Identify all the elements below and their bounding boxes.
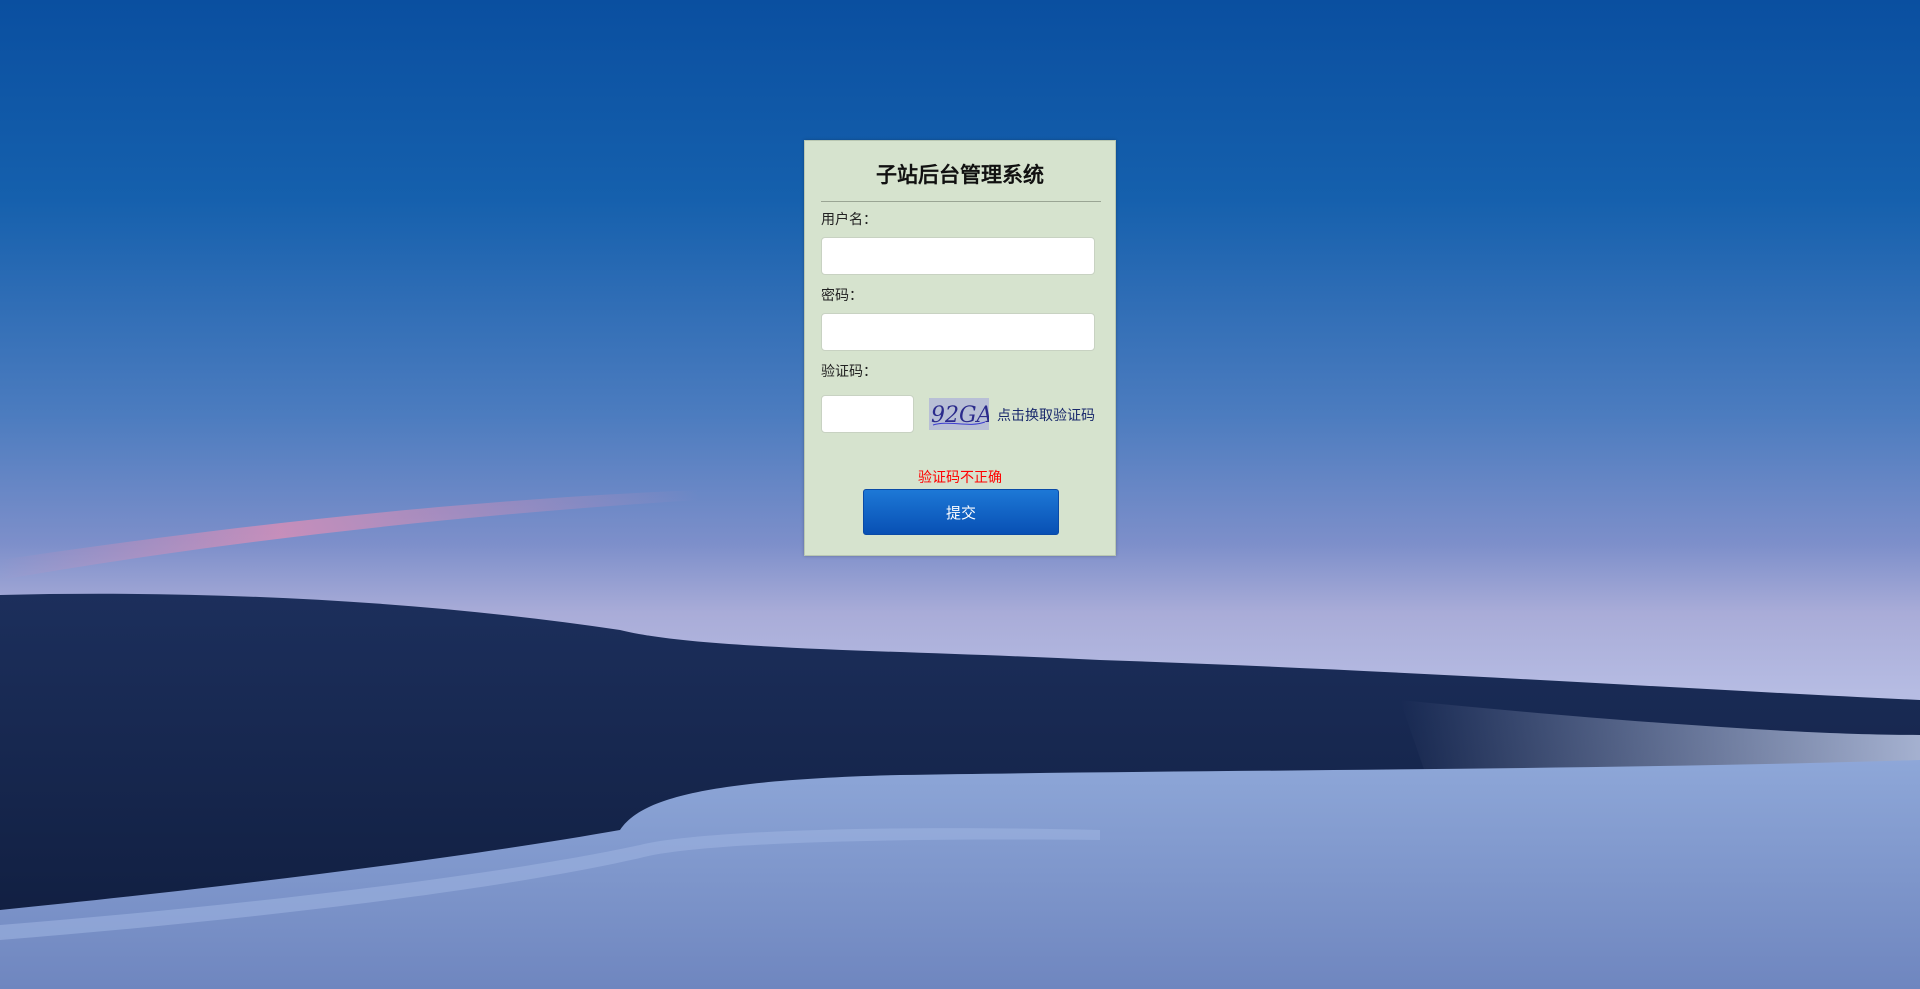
submit-button[interactable]: 提交 (863, 489, 1059, 535)
captcha-label: 验证码： (821, 364, 877, 380)
error-message: 验证码不正确 (918, 470, 1002, 486)
password-label: 密码： (821, 288, 863, 304)
page-title: 子站后台管理系统 (876, 163, 1044, 187)
captcha-refresh-link[interactable]: 点击换取验证码 (997, 405, 1095, 425)
captcha-input[interactable] (821, 395, 914, 433)
username-input[interactable] (821, 237, 1095, 275)
title-divider (821, 201, 1101, 202)
username-label: 用户名： (821, 212, 877, 228)
login-panel: 子站后台管理系统 用户名： 密码： 验证码： 92GA 点击换取验证码 验证码不… (804, 140, 1116, 556)
password-input[interactable] (821, 313, 1095, 351)
captcha-image-icon[interactable]: 92GA (929, 398, 989, 430)
